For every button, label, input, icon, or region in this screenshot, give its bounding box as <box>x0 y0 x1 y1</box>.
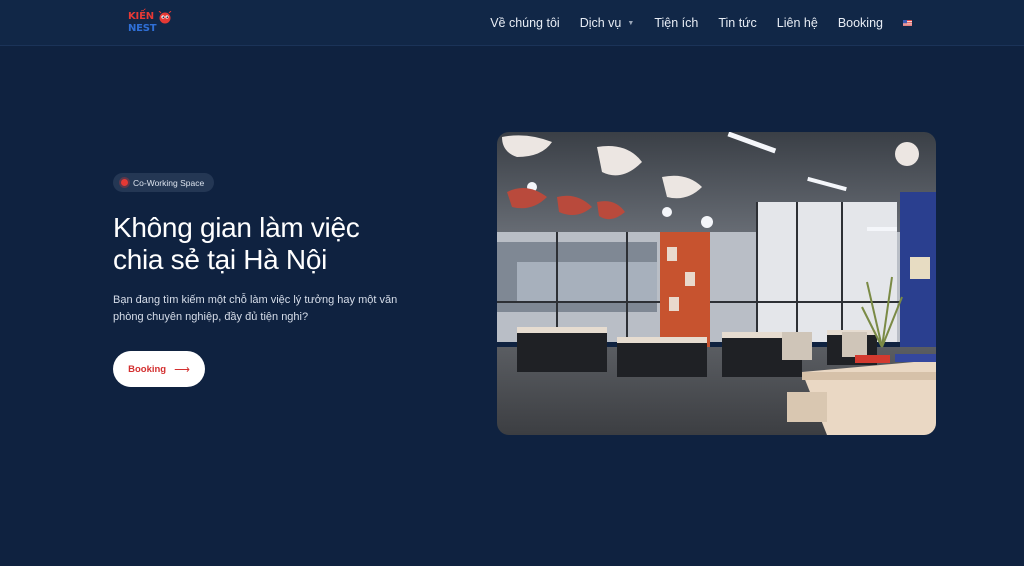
nav-item-news[interactable]: Tin tức <box>718 16 756 30</box>
site-header: KIẾN NEST Về chúng tôi Dịch vụ ▼ Tiện íc… <box>0 0 1024 46</box>
booking-button-label: Booking <box>128 363 167 375</box>
logo[interactable]: KIẾN NEST <box>126 9 176 39</box>
nav-item-label: Tin tức <box>718 16 757 30</box>
coworking-interior-photo <box>497 132 936 435</box>
hero-title-line2: chia sẻ tại Hà Nội <box>113 244 328 275</box>
nav-item-services[interactable]: Dịch vụ ▼ <box>580 16 635 30</box>
hero-description: Bạn đang tìm kiếm một chỗ làm việc lý tư… <box>113 294 398 323</box>
main-nav: Về chúng tôi Dịch vụ ▼ Tiện ích Tin tức … <box>470 0 912 46</box>
nav-item-label: Về chúng tôi <box>490 16 560 30</box>
nav-item-booking[interactable]: Booking <box>838 16 883 30</box>
nav-item-label: Tiện ích <box>654 16 699 30</box>
nav-item-label: Liên hệ <box>776 16 818 30</box>
hero-title-line1: Không gian làm việc <box>113 212 360 243</box>
hero-title: Không gian làm việc chia sẻ tại Hà Nội <box>113 212 433 276</box>
ant-mascot-icon <box>158 11 172 24</box>
coworking-photo <box>497 132 936 435</box>
chevron-down-icon: ▼ <box>627 19 635 27</box>
badge-label: Co-Working Space <box>133 177 205 188</box>
nav-item-contact[interactable]: Liên hệ <box>777 16 818 30</box>
category-badge: Co-Working Space <box>113 173 215 192</box>
arrow-right-icon: ⟶ <box>174 363 190 376</box>
booking-button[interactable]: Booking ⟶ <box>113 351 205 387</box>
nav-item-amenities[interactable]: Tiện ích <box>654 16 698 30</box>
logo-text-top: KIẾN <box>128 11 154 22</box>
logo-text-bottom: NEST <box>128 23 157 34</box>
nav-item-about[interactable]: Về chúng tôi <box>490 16 560 30</box>
nav-item-label: Dịch vụ <box>579 16 622 30</box>
nav-item-label: Booking <box>837 16 883 30</box>
us-flag-icon[interactable] <box>903 20 912 26</box>
badge-dot-icon <box>121 179 128 186</box>
